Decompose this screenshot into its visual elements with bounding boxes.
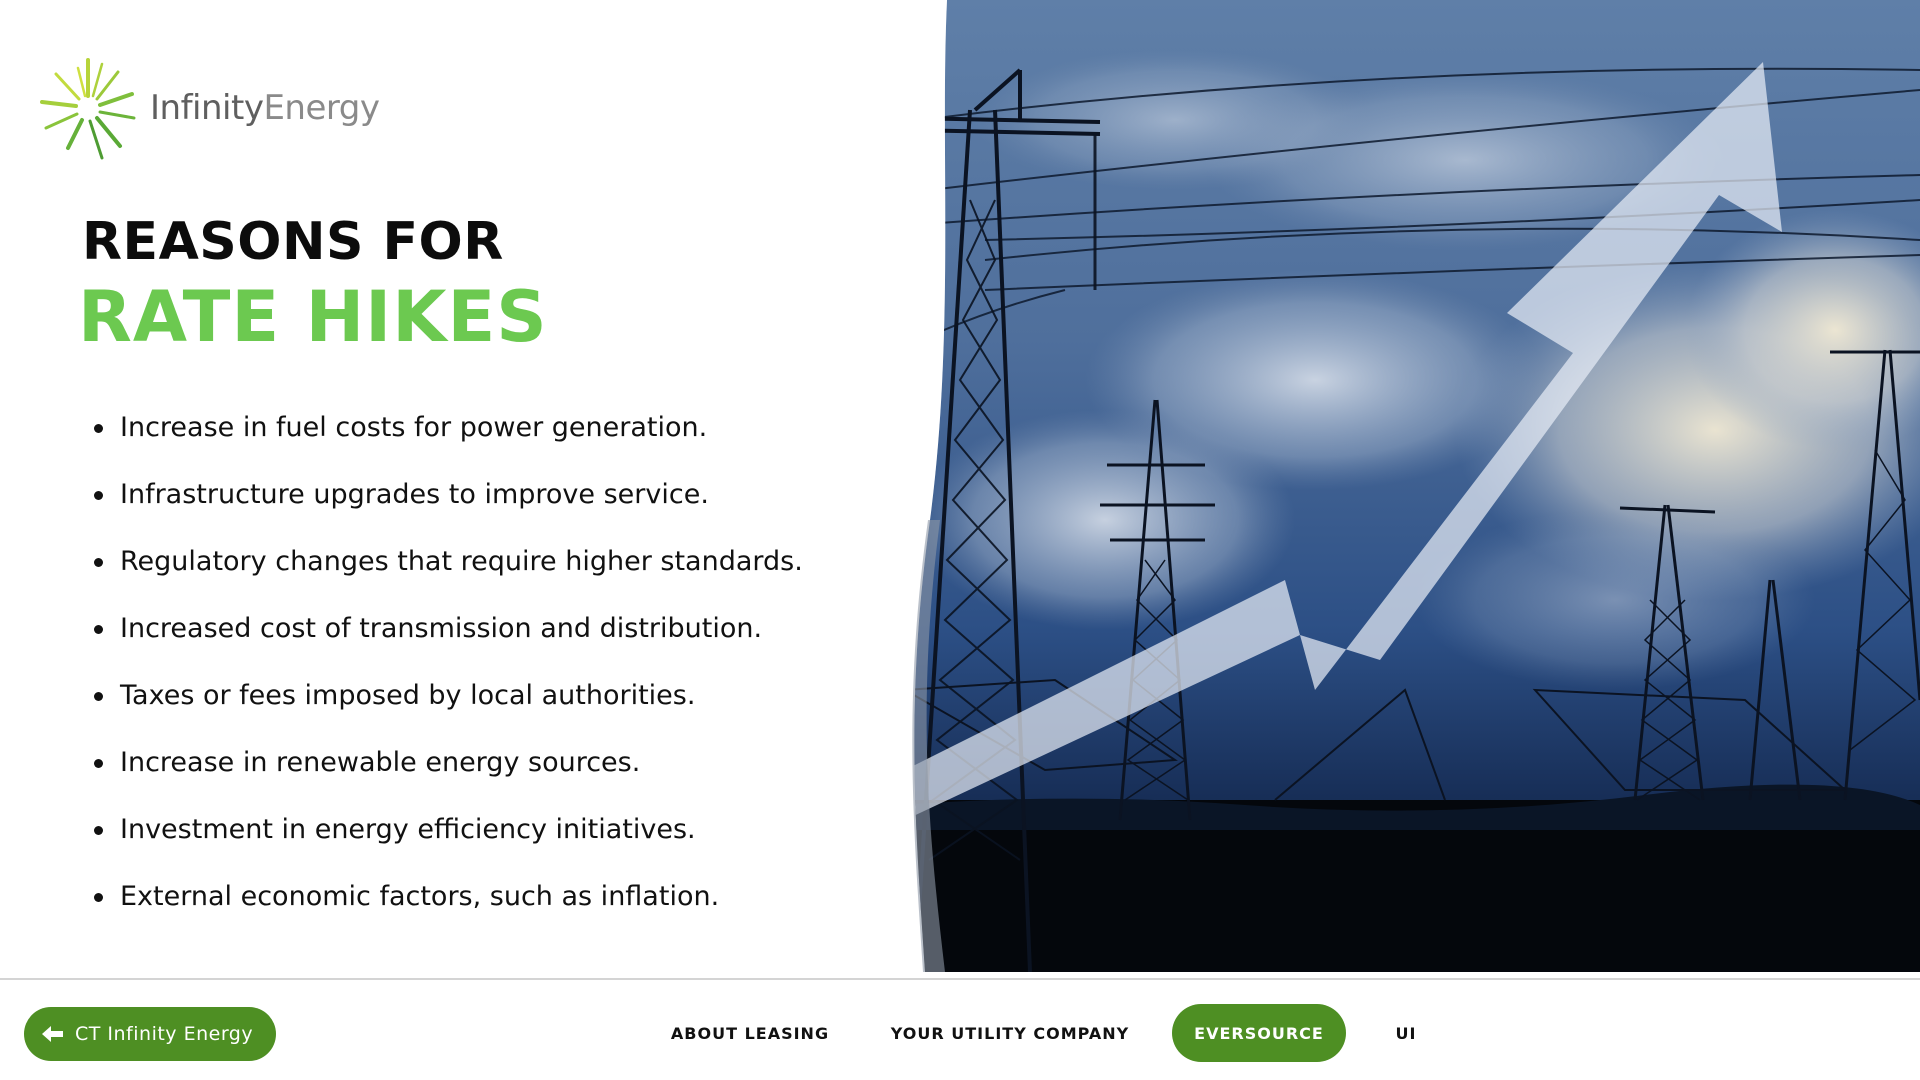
reason-item: Increase in fuel costs for power generat… [92,400,872,467]
nav-ui[interactable]: UI [1346,1004,1466,1062]
heading-line1: REASONS FOR [82,212,504,272]
heading-line2: RATE HIKES [78,276,548,358]
infinity-energy-logo: InfinityEnergy [38,50,380,165]
reason-item: Investment in energy efficiency initiati… [92,802,872,869]
reason-item: Increase in renewable energy sources. [92,735,872,802]
reasons-list: Increase in fuel costs for power generat… [92,400,872,936]
slide: InfinityEnergy REASONS FOR RATE HIKES In… [0,0,1920,1080]
nav-eversource[interactable]: EVERSOURCE [1172,1004,1346,1062]
footer-nav: ABOUT LEASING YOUR UTILITY COMPANY EVERS… [640,1004,1466,1062]
back-button-label: CT Infinity Energy [75,1023,254,1045]
logo-wordmark-light: Energy [263,87,380,128]
logo-wordmark: InfinityEnergy [150,88,380,128]
footer-divider [0,978,1920,980]
reason-item: Infrastructure upgrades to improve servi… [92,467,872,534]
sunburst-logo-icon [40,57,136,159]
power-lines-illustration [845,0,1920,972]
reason-item: Taxes or fees imposed by local authoriti… [92,668,872,735]
reason-item: Regulatory changes that require higher s… [92,534,872,601]
nav-your-utility-company[interactable]: YOUR UTILITY COMPANY [860,1004,1160,1062]
reason-item: External economic factors, such as infla… [92,869,872,936]
power-lines-photo [845,0,1920,972]
back-button[interactable]: CT Infinity Energy [24,1007,276,1061]
arrow-left-icon [42,1026,63,1042]
nav-about-leasing[interactable]: ABOUT LEASING [640,1004,860,1062]
reason-item: Increased cost of transmission and distr… [92,601,872,668]
logo-wordmark-strong: Infinity [150,87,264,128]
